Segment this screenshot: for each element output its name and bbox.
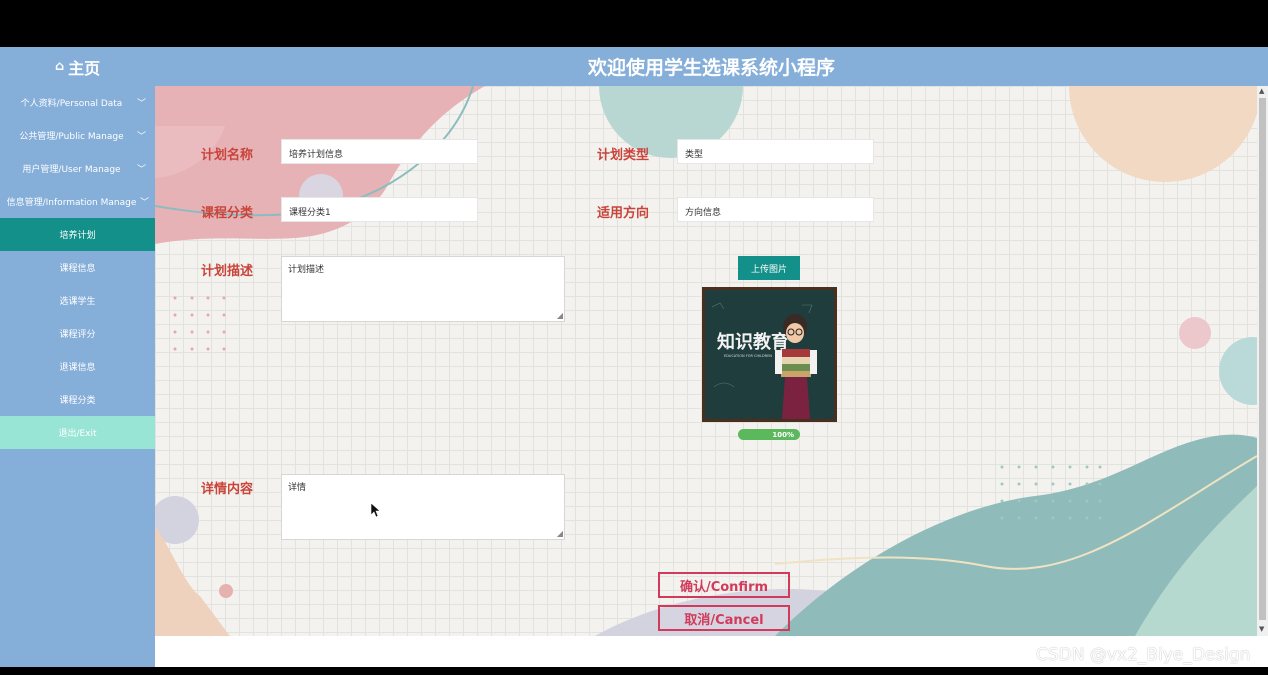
- page-title: 欢迎使用学生选课系统小程序: [587, 57, 835, 79]
- sidebar-item-label: 选课学生: [59, 297, 96, 307]
- sidebar-item-label: 退课信息: [59, 363, 96, 373]
- direction-input[interactable]: 方向信息: [677, 197, 874, 222]
- confirm-button[interactable]: 确认/Confirm: [658, 572, 790, 598]
- sidebar-item-label: 用户管理/User Manage: [22, 165, 121, 175]
- sidebar-item-public-manage[interactable]: 公共管理/Public Manage ﹀: [0, 119, 155, 152]
- chevron-down-icon: ﹀: [139, 198, 149, 208]
- home-icon: ⌂: [54, 59, 65, 74]
- upload-image-button[interactable]: 上传图片: [738, 256, 800, 280]
- chevron-down-icon: ﹀: [136, 165, 146, 175]
- mouse-cursor-icon: [371, 503, 381, 518]
- sidebar-item-course-rating[interactable]: 课程评分: [0, 317, 155, 350]
- home-link[interactable]: ⌂ 主页: [0, 47, 155, 86]
- chevron-down-icon: ﹀: [136, 132, 146, 142]
- sidebar-item-label: 公共管理/Public Manage: [19, 132, 124, 142]
- direction-label: 适用方向: [597, 206, 650, 221]
- plan-desc-textarea[interactable]: 计划描述 ◢: [281, 256, 565, 322]
- uploaded-image-preview: 知识教育 EDUCATION FOR CHILDREN: [702, 287, 837, 422]
- course-category-input[interactable]: 课程分类1: [281, 197, 478, 222]
- sidebar-item-course-category[interactable]: 课程分类: [0, 383, 155, 416]
- vertical-scrollbar[interactable]: ▲ ▼: [1257, 86, 1268, 636]
- plan-desc-text: 计划描述: [288, 265, 325, 275]
- app-window: ⌂ 主页 欢迎使用学生选课系统小程序 个人资料/Personal Data ﹀ …: [0, 47, 1268, 667]
- plan-type-input[interactable]: 类型: [677, 139, 874, 164]
- sidebar-item-label: 信息管理/Information Manage: [6, 198, 137, 208]
- image-subtitle: EDUCATION FOR CHILDREN: [724, 354, 772, 358]
- detail-label: 详情内容: [201, 482, 254, 497]
- course-category-label: 课程分类: [201, 206, 254, 221]
- scrollbar-thumb[interactable]: [1259, 98, 1266, 620]
- cancel-button[interactable]: 取消/Cancel: [658, 605, 790, 631]
- sidebar: 个人资料/Personal Data ﹀ 公共管理/Public Manage …: [0, 86, 155, 667]
- plan-name-input[interactable]: 培养计划信息: [281, 139, 478, 164]
- sidebar-item-course-info[interactable]: 课程信息: [0, 251, 155, 284]
- sidebar-item-drop-info[interactable]: 退课信息: [0, 350, 155, 383]
- chevron-down-icon: ﹀: [136, 99, 146, 109]
- plan-name-label: 计划名称: [201, 148, 254, 163]
- home-label: 主页: [68, 58, 101, 78]
- sidebar-item-label: 课程评分: [59, 330, 96, 340]
- watermark: CSDN @vx2_Biye_Design: [1036, 645, 1251, 665]
- sidebar-item-label: 退出/Exit: [58, 429, 97, 439]
- form-area: 计划名称 培养计划信息 计划类型 类型 课程分类 课程分类1 适用方向 方向信息…: [155, 86, 1257, 636]
- scroll-up-icon[interactable]: ▲: [1259, 87, 1264, 95]
- sidebar-item-label: 个人资料/Personal Data: [20, 99, 123, 109]
- scroll-down-icon[interactable]: ▼: [1259, 625, 1264, 633]
- plan-type-label: 计划类型: [597, 148, 650, 163]
- upload-progress-text: 100%: [772, 430, 794, 439]
- detail-text: 详情: [288, 483, 307, 493]
- image-title: 知识教育: [717, 331, 789, 353]
- plan-desc-label: 计划描述: [201, 264, 254, 279]
- resize-handle-icon[interactable]: ◢: [557, 311, 563, 320]
- sidebar-item-information-manage[interactable]: 信息管理/Information Manage ﹀: [0, 185, 155, 218]
- sidebar-item-user-manage[interactable]: 用户管理/User Manage ﹀: [0, 152, 155, 185]
- sidebar-item-personal-data[interactable]: 个人资料/Personal Data ﹀: [0, 86, 155, 119]
- sidebar-item-enrolled-students[interactable]: 选课学生: [0, 284, 155, 317]
- sidebar-item-exit[interactable]: 退出/Exit: [0, 416, 155, 449]
- sidebar-item-training-plan[interactable]: 培养计划: [0, 218, 155, 251]
- resize-handle-icon[interactable]: ◢: [557, 529, 563, 538]
- sidebar-item-label: 课程分类: [59, 396, 96, 406]
- detail-textarea[interactable]: 详情 ◢: [281, 474, 565, 540]
- top-header: ⌂ 主页 欢迎使用学生选课系统小程序: [0, 47, 1268, 86]
- upload-progress-bar: 100%: [738, 429, 800, 440]
- sidebar-item-label: 培养计划: [59, 231, 96, 241]
- sidebar-item-label: 课程信息: [59, 264, 96, 274]
